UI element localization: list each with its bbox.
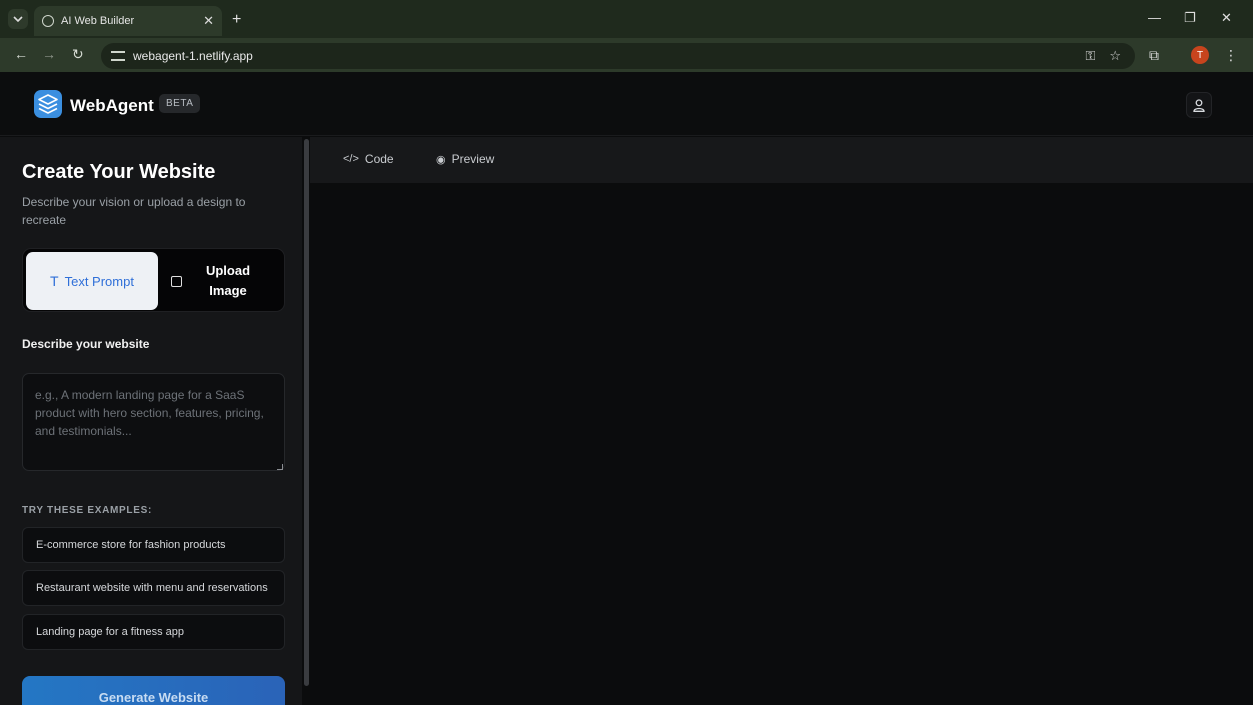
image-icon xyxy=(171,275,182,287)
chevron-down-icon xyxy=(13,16,23,22)
upload-image-label: Upload Image xyxy=(205,263,251,298)
address-url[interactable]: webagent-1.netlify.app xyxy=(133,49,1085,63)
eye-icon: ◉ xyxy=(436,153,446,166)
example-prompt-restaurant[interactable]: Restaurant website with menu and reserva… xyxy=(22,570,285,606)
globe-icon xyxy=(42,15,54,27)
editor-tabs: </> Code ◉ Preview xyxy=(310,137,1253,183)
prompt-field-label: Describe your website xyxy=(22,337,150,351)
layers-logo-icon xyxy=(34,90,62,118)
browser-tab-active[interactable]: AI Web Builder ✕ xyxy=(34,6,222,36)
sidebar-subtitle: Describe your vision or upload a design … xyxy=(22,195,246,227)
tab-search-button[interactable] xyxy=(8,9,28,29)
input-mode-toggle: T Text Prompt Upload Image xyxy=(22,248,285,312)
browser-toolbar: ← → ↻ webagent-1.netlify.app ⚿ ☆ ⧉ ⋮ xyxy=(0,38,1253,72)
restore-icon[interactable]: ❐ xyxy=(1184,10,1196,26)
app-header: WebAgent BETA xyxy=(0,72,1253,136)
generate-website-button[interactable]: Generate Website xyxy=(22,676,285,705)
user-icon xyxy=(1193,98,1205,112)
example-prompt-ecommerce[interactable]: E-commerce store for fashion products xyxy=(22,527,285,563)
tab-preview[interactable]: ◉ Preview xyxy=(436,152,494,166)
resize-handle-icon[interactable] xyxy=(277,464,283,470)
menu-kebab-icon[interactable]: ⋮ xyxy=(1224,47,1238,64)
back-arrow-icon[interactable]: ← xyxy=(14,46,28,62)
upload-image-tab[interactable]: Upload Image xyxy=(163,252,283,310)
close-window-icon[interactable]: ✕ xyxy=(1221,10,1232,26)
text-prompt-tab[interactable]: T Text Prompt xyxy=(26,252,158,310)
new-tab-button[interactable]: + xyxy=(232,11,241,29)
sidebar-title: Create Your Website xyxy=(22,161,216,183)
star-icon[interactable]: ☆ xyxy=(1109,48,1121,64)
beta-badge: BETA xyxy=(159,94,201,113)
preview-canvas xyxy=(310,183,1253,705)
reload-icon[interactable]: ↻ xyxy=(72,46,84,63)
text-prompt-label: Text Prompt xyxy=(64,273,134,289)
address-bar[interactable]: webagent-1.netlify.app ⚿ ☆ xyxy=(101,43,1135,69)
examples-heading: TRY THESE EXAMPLES: xyxy=(22,505,152,516)
tab-title: AI Web Builder xyxy=(61,15,135,27)
tab-code[interactable]: </> Code xyxy=(343,152,394,166)
browser-tab-strip: AI Web Builder ✕ + — ❐ ✕ xyxy=(0,0,1253,38)
minimize-icon[interactable]: — xyxy=(1148,10,1161,25)
key-icon[interactable]: ⚿ xyxy=(1085,48,1095,64)
website-description-input[interactable] xyxy=(22,373,285,471)
forward-arrow-icon[interactable]: → xyxy=(42,46,56,62)
text-type-icon: T xyxy=(50,273,59,289)
example-prompt-fitness[interactable]: Landing page for a fitness app xyxy=(22,614,285,650)
sidebar: Create Your Website Describe your vision… xyxy=(0,137,302,705)
close-icon[interactable]: ✕ xyxy=(203,13,214,29)
code-icon: </> xyxy=(343,153,359,165)
tab-code-label: Code xyxy=(364,152,394,166)
profile-avatar[interactable]: T xyxy=(1191,46,1209,64)
brand-name: WebAgent xyxy=(70,96,154,115)
extensions-icon[interactable]: ⧉ xyxy=(1149,47,1159,64)
sidebar-scrollbar[interactable] xyxy=(304,139,309,686)
site-settings-icon[interactable] xyxy=(111,51,125,61)
user-account-button[interactable] xyxy=(1186,92,1212,118)
tab-preview-label: Preview xyxy=(451,152,495,166)
